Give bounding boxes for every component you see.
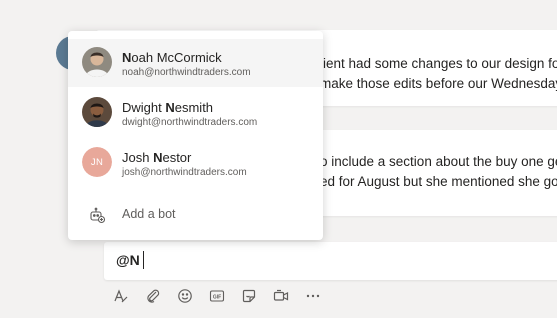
- svg-text:GIF: GIF: [213, 295, 221, 301]
- format-icon[interactable]: [112, 287, 130, 305]
- avatar-initials: JN: [82, 147, 112, 177]
- mention-suggestion-item[interactable]: Noah McCormick noah@northwindtraders.com: [68, 39, 323, 87]
- message-text: o include a section about the buy one ge…: [320, 154, 557, 169]
- person-email: dwight@northwindtraders.com: [122, 117, 258, 128]
- add-bot-button[interactable]: Add a bot: [68, 197, 323, 233]
- mention-suggestion-item[interactable]: JN Josh Nestor josh@northwindtraders.com: [68, 139, 323, 187]
- mention-suggestions-popup: Noah McCormick noah@northwindtraders.com…: [68, 31, 323, 240]
- compose-input[interactable]: @N: [116, 252, 140, 268]
- person-email: josh@northwindtraders.com: [122, 167, 247, 178]
- avatar: JN: [82, 147, 112, 177]
- gif-icon[interactable]: GIF: [208, 287, 226, 305]
- person-email: noah@northwindtraders.com: [122, 67, 251, 78]
- attach-icon[interactable]: [144, 287, 162, 305]
- person-name: Noah McCormick: [122, 50, 222, 65]
- message-text: make those edits before our Wednesday c: [320, 76, 557, 91]
- bot-icon: [88, 206, 106, 224]
- sticker-icon[interactable]: [240, 287, 258, 305]
- meet-icon[interactable]: [272, 287, 290, 305]
- message-text: lient had some changes to our design for…: [320, 56, 557, 71]
- compose-toolbar: GIF: [112, 286, 322, 306]
- avatar: [82, 97, 112, 127]
- avatar: [82, 47, 112, 77]
- teams-chat-view: lient had some changes to our design for…: [0, 0, 557, 318]
- person-name: Dwight Nesmith: [122, 100, 214, 115]
- person-name: Josh Nestor: [122, 150, 192, 165]
- text-caret: [143, 251, 144, 269]
- mention-suggestion-item[interactable]: Dwight Nesmith dwight@northwindtraders.c…: [68, 89, 323, 137]
- more-icon[interactable]: [304, 287, 322, 305]
- compose-box[interactable]: @N: [104, 242, 557, 280]
- emoji-icon[interactable]: [176, 287, 194, 305]
- add-bot-label: Add a bot: [122, 207, 176, 221]
- message-text: ed for August but she mentioned she got …: [320, 174, 557, 189]
